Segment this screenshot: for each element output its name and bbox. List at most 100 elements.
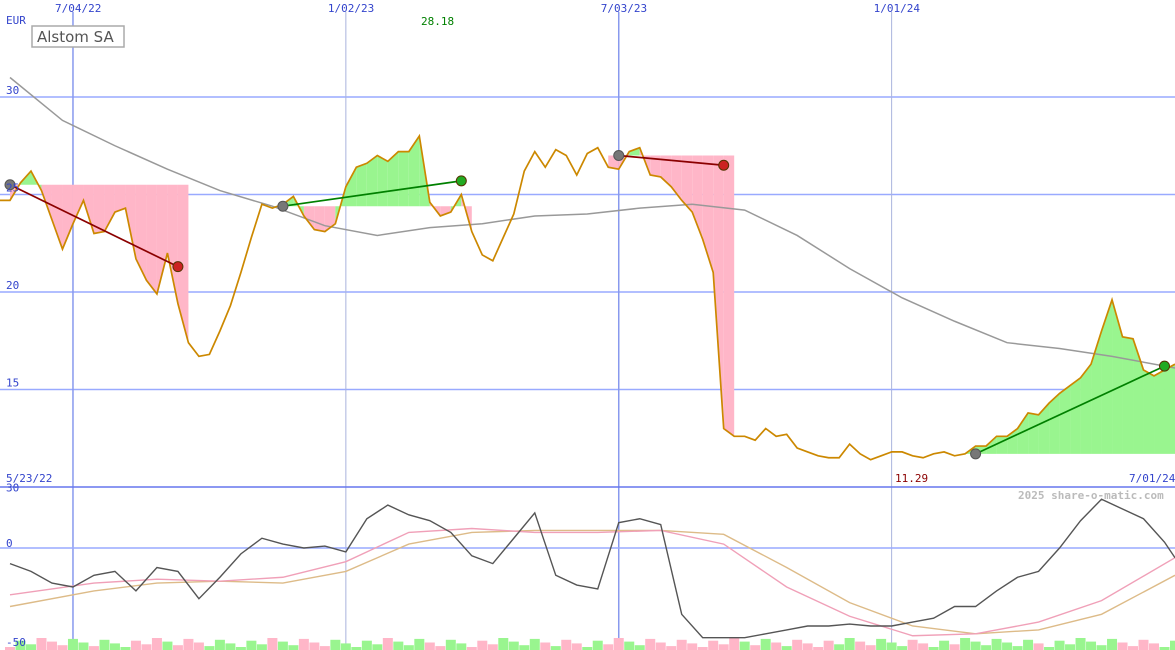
volume-bar bbox=[445, 639, 456, 650]
gain-fill bbox=[1122, 336, 1134, 454]
volume-bar bbox=[246, 640, 257, 650]
volume-bar bbox=[960, 638, 971, 650]
volume-bar bbox=[561, 639, 572, 650]
volume-bar bbox=[676, 639, 687, 650]
volume-bar bbox=[36, 638, 47, 650]
volume-bar bbox=[771, 642, 782, 650]
loss-fill bbox=[146, 184, 157, 294]
gain-fill bbox=[996, 436, 1008, 454]
volume-bar bbox=[109, 643, 120, 650]
volume-bar bbox=[477, 640, 488, 650]
volume-bar bbox=[382, 638, 393, 650]
y-tick-label: 20 bbox=[6, 279, 19, 292]
gain-fill bbox=[1059, 385, 1071, 454]
volume-bar bbox=[508, 641, 519, 650]
volume-bar bbox=[67, 638, 78, 650]
volume-bar bbox=[1002, 642, 1013, 650]
volume-bar bbox=[939, 640, 950, 650]
volume-bar bbox=[1086, 641, 1097, 650]
volume-bar bbox=[1023, 639, 1034, 650]
volume-bar bbox=[99, 639, 110, 650]
volume-bar bbox=[876, 638, 887, 650]
volume-bar bbox=[298, 638, 309, 650]
loss-fill bbox=[314, 206, 325, 232]
x-tick-label: 1/02/23 bbox=[328, 2, 374, 15]
volume-bar bbox=[781, 646, 792, 650]
volume-bar bbox=[1075, 638, 1086, 650]
chart-title: Alstom SA bbox=[37, 28, 114, 46]
volume-bar bbox=[141, 644, 152, 650]
gain-fill bbox=[1143, 370, 1155, 454]
volume-bar bbox=[487, 644, 498, 650]
trend-start-marker bbox=[277, 200, 289, 212]
volume-bar bbox=[193, 642, 204, 650]
y-tick-label: 30 bbox=[6, 84, 19, 97]
volume-bar bbox=[1096, 645, 1107, 650]
loss-fill bbox=[723, 155, 735, 437]
gain-fill bbox=[356, 163, 367, 207]
volume-bar bbox=[687, 643, 698, 650]
volume-bar bbox=[361, 640, 372, 650]
gain-fill bbox=[1080, 364, 1092, 454]
volume-bar bbox=[172, 645, 183, 650]
x-tick-label: 7/04/22 bbox=[55, 2, 101, 15]
volume-bar bbox=[456, 643, 467, 650]
volume-bar bbox=[886, 642, 897, 650]
volume-bar bbox=[204, 646, 215, 650]
end-date-label: 7/01/24 bbox=[1129, 472, 1175, 485]
volume-bar bbox=[1033, 643, 1044, 650]
volume-bar bbox=[435, 646, 446, 650]
volume-bar bbox=[855, 641, 866, 650]
gain-fill bbox=[1164, 364, 1175, 454]
volume-bar bbox=[162, 641, 173, 650]
high-annotation: 28.18 bbox=[421, 15, 454, 28]
trend-end-marker bbox=[1159, 360, 1171, 372]
volume-bar bbox=[844, 638, 855, 650]
volume-bar bbox=[907, 639, 918, 650]
indicator-tick-label: -50 bbox=[6, 636, 26, 649]
volume-bar bbox=[991, 638, 1002, 650]
gain-fill bbox=[1070, 377, 1081, 454]
volume-bar bbox=[403, 645, 414, 650]
volume-bar bbox=[750, 645, 761, 650]
trend-start-marker bbox=[613, 150, 625, 161]
trend-end-marker bbox=[455, 175, 467, 187]
gain-fill bbox=[398, 151, 409, 207]
volume-bar bbox=[25, 644, 36, 650]
volume-bar bbox=[1117, 642, 1128, 650]
volume-bar bbox=[88, 646, 99, 650]
volume-bar bbox=[529, 638, 540, 650]
indicator-tick-label: 30 bbox=[6, 482, 19, 495]
volume-bar bbox=[666, 646, 677, 650]
volume-bar bbox=[1170, 640, 1175, 650]
volume-bar bbox=[277, 641, 288, 650]
volume-bar bbox=[183, 638, 194, 650]
volume-bar bbox=[760, 638, 771, 650]
trend-end-marker bbox=[718, 159, 730, 171]
volume-bar bbox=[613, 638, 624, 650]
y-tick-label: 15 bbox=[6, 377, 19, 390]
volume-bar bbox=[393, 641, 404, 650]
volume-bar bbox=[372, 644, 383, 650]
volume-bar bbox=[414, 638, 425, 650]
volume-bar bbox=[256, 644, 267, 650]
volume-bar bbox=[792, 639, 803, 650]
volume-bar bbox=[1065, 644, 1076, 650]
volume-bar bbox=[834, 644, 845, 650]
volume-bar bbox=[802, 643, 813, 650]
volume-bar bbox=[1107, 638, 1118, 650]
volume-bar bbox=[550, 646, 561, 650]
volume-bar bbox=[151, 638, 162, 650]
volume-bar bbox=[897, 646, 908, 650]
gain-fill bbox=[377, 155, 388, 207]
volume-bar bbox=[592, 640, 603, 650]
y-tick-label: 25 bbox=[6, 182, 19, 195]
volume-bar bbox=[225, 643, 236, 650]
volume-bar bbox=[865, 645, 876, 650]
trend-start-marker bbox=[970, 448, 982, 460]
gain-fill bbox=[1154, 370, 1165, 454]
volume-bar bbox=[424, 642, 435, 650]
low-annotation: 11.29 bbox=[895, 472, 928, 485]
x-tick-label: 7/03/23 bbox=[601, 2, 647, 15]
watermark: 2025 share-o-matic.com bbox=[1018, 489, 1164, 502]
